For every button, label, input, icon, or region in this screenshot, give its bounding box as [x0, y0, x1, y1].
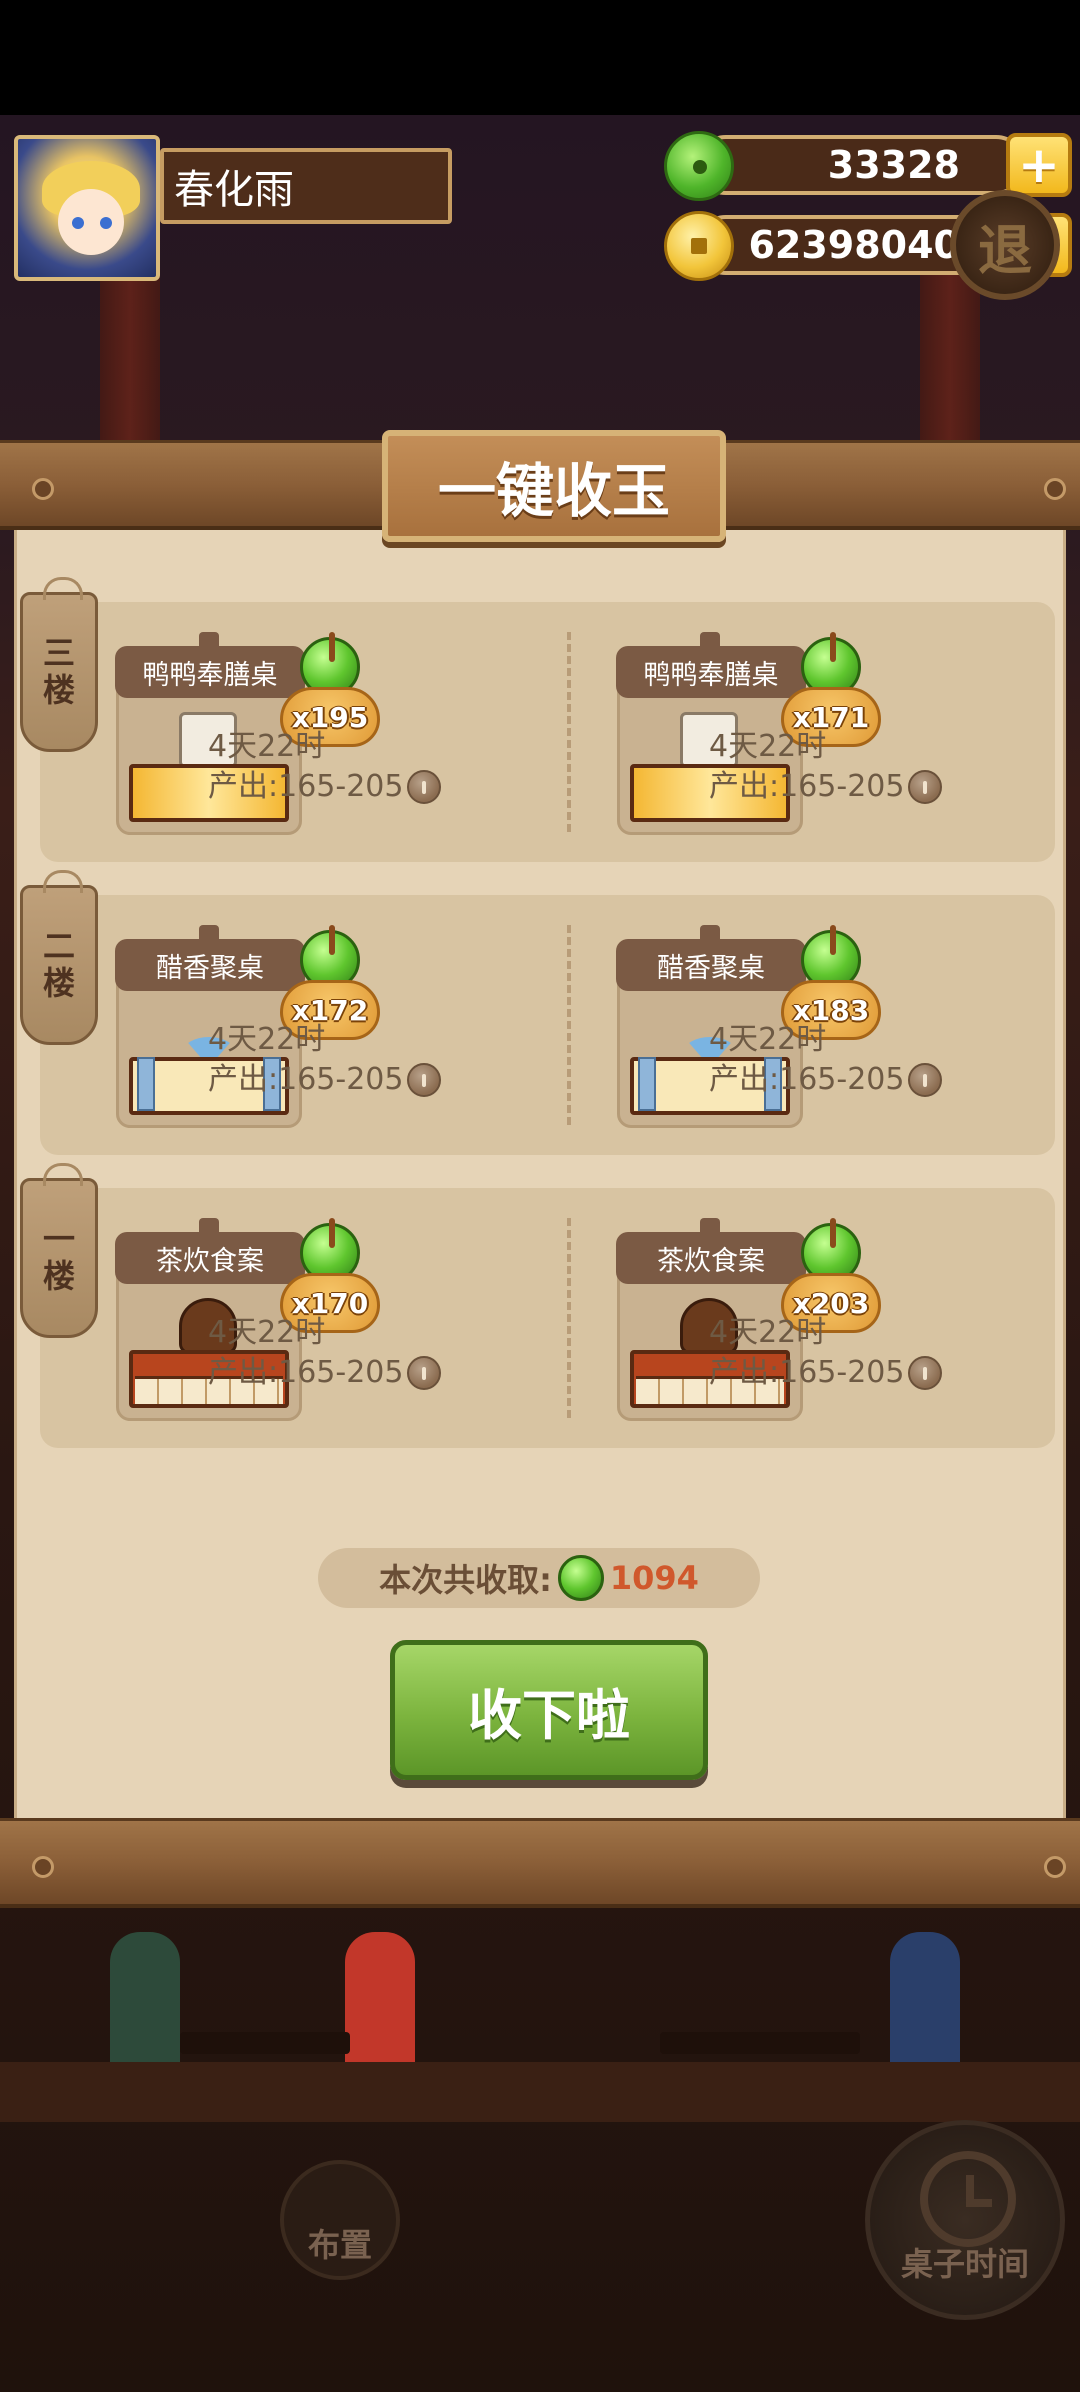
jade-icon: [557, 1555, 604, 1601]
modal-title: 一键收玉: [382, 430, 726, 542]
avatar-eye-right: [100, 217, 112, 229]
floor-tag-char: 二: [42, 927, 75, 966]
table-output: 产出:165-205: [208, 769, 404, 804]
player-avatar[interactable]: [14, 135, 160, 281]
customer-character: [110, 1932, 180, 2082]
table-time: 4天22时: [208, 1315, 326, 1350]
table-time-button[interactable]: 桌子时间: [865, 2120, 1065, 2320]
coin-icon: [908, 770, 943, 804]
column-divider: [567, 632, 571, 832]
table-name: 茶炊食案: [115, 1218, 305, 1284]
column-divider: [567, 1218, 571, 1418]
table-time: 4天22时: [709, 1022, 827, 1057]
table-output: 产出:165-205: [709, 1355, 905, 1390]
coin-amount: 62398040: [748, 223, 960, 267]
bench: [180, 2032, 350, 2054]
table-info: 4天22时 产出:165-205: [709, 729, 943, 804]
floor-row-2: 二 楼 醋香聚桌 x172 4天22时 产出:165-205 醋香聚桌 x183…: [20, 870, 1055, 1155]
modal-bottom-plank: [0, 1818, 1080, 1908]
table-name: 鸭鸭奉膳桌: [616, 632, 806, 698]
coin-icon: [664, 211, 734, 281]
coin-icon: [407, 1356, 442, 1390]
layout-label: 布置: [307, 2226, 372, 2264]
add-jade-button[interactable]: +: [1006, 133, 1072, 197]
collect-button[interactable]: 收下啦: [390, 1640, 708, 1780]
table-time: 4天22时: [709, 1315, 827, 1350]
table-info: 4天22时 产出:165-205: [208, 729, 442, 804]
table-output: 产出:165-205: [208, 1062, 404, 1097]
collect-jade-modal: 一键收玉 三 楼 鸭鸭奉膳桌 x195 4天22时 产出:165-205 鸭鸭奉…: [0, 430, 1080, 1910]
floor-tag-char: 一: [42, 1220, 75, 1259]
coin-icon: [908, 1356, 943, 1390]
waiter-character: [345, 1932, 415, 2082]
table-info: 4天22时 产出:165-205: [208, 1315, 442, 1390]
total-label: 本次共收取:: [379, 1561, 552, 1599]
avatar-face: [58, 189, 124, 255]
jade-icon: [664, 131, 734, 201]
player-name: 春化雨: [160, 148, 452, 224]
table-time: 4天22时: [208, 729, 326, 764]
floor-tag: 二 楼: [20, 870, 98, 1045]
nail: [1044, 478, 1066, 500]
table-info: 4天22时 产出:165-205: [709, 1315, 943, 1390]
jade-amount: 33328: [827, 143, 960, 187]
coin-icon: [407, 1063, 442, 1097]
scene-floor: [0, 2062, 1080, 2122]
table-name: 鸭鸭奉膳桌: [115, 632, 305, 698]
floor-row-1: 一 楼 茶炊食案 x170 4天22时 产出:165-205 茶炊食案 x203…: [20, 1163, 1055, 1448]
coin-icon: [908, 1063, 943, 1097]
floor-tag: 三 楼: [20, 577, 98, 752]
table-output: 产出:165-205: [709, 769, 905, 804]
floor-row-3: 三 楼 鸭鸭奉膳桌 x195 4天22时 产出:165-205 鸭鸭奉膳桌 x1…: [20, 577, 1055, 862]
floor-tag: 一 楼: [20, 1163, 98, 1338]
table-leg: [137, 1057, 155, 1111]
table-leg: [638, 1057, 656, 1111]
nail: [1044, 1856, 1066, 1878]
table-time: 4天22时: [709, 729, 827, 764]
table-output: 产出:165-205: [709, 1062, 905, 1097]
table-output: 产出:165-205: [208, 1355, 404, 1390]
floor-tag-char: 楼: [42, 671, 75, 709]
table-name: 茶炊食案: [616, 1218, 806, 1284]
customer-character: [890, 1932, 960, 2082]
exit-button[interactable]: 退: [950, 190, 1060, 300]
nail: [32, 478, 54, 500]
clock-icon: [920, 2151, 1016, 2247]
layout-button[interactable]: 布置: [280, 2160, 400, 2280]
coin-icon: [407, 770, 442, 804]
floor-tag-char: 楼: [42, 1257, 75, 1295]
nail: [32, 1856, 54, 1878]
table-name: 醋香聚桌: [115, 925, 305, 991]
total-value: 1094: [609, 1559, 699, 1597]
bench: [660, 2032, 860, 2054]
floor-tag-char: 楼: [42, 964, 75, 1002]
table-name: 醋香聚桌: [616, 925, 806, 991]
table-time: 4天22时: [208, 1022, 326, 1057]
total-collected: 本次共收取: 1094: [318, 1548, 760, 1608]
table-info: 4天22时 产出:165-205: [208, 1022, 442, 1097]
column-divider: [567, 925, 571, 1125]
avatar-eye-left: [72, 217, 84, 229]
floor-tag-char: 三: [42, 634, 75, 673]
table-info: 4天22时 产出:165-205: [709, 1022, 943, 1097]
jade-balance: 33328 +: [664, 131, 1072, 201]
